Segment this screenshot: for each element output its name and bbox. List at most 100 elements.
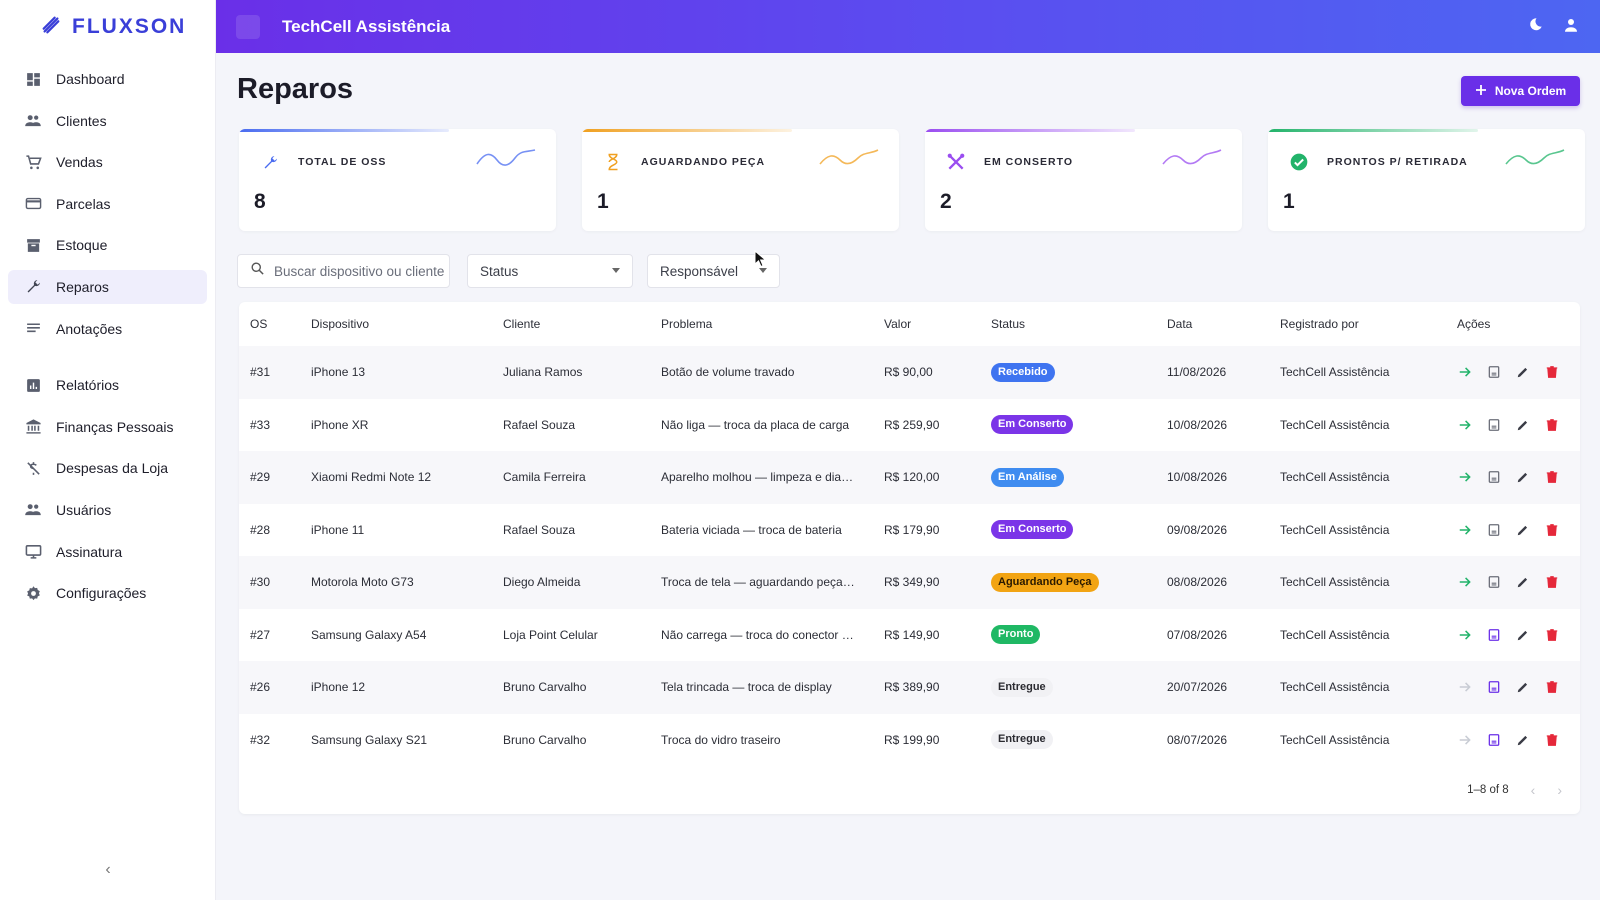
table-header: OS Dispositivo Cliente Problema Valor Status D… xyxy=(239,302,1580,346)
delete-icon[interactable] xyxy=(1544,679,1560,695)
card-accent-bar xyxy=(1268,129,1478,132)
delete-icon[interactable] xyxy=(1544,574,1560,590)
card-label: EM CONSERTO xyxy=(984,156,1073,168)
receipt-icon[interactable] xyxy=(1486,627,1502,643)
arrow-right-icon[interactable] xyxy=(1457,522,1473,538)
row-actions xyxy=(1457,627,1560,643)
column-header[interactable]: Cliente xyxy=(503,317,540,331)
sidebar-item-dashboard[interactable]: Dashboard xyxy=(8,62,207,96)
sidebar-item-reparos[interactable]: Reparos xyxy=(8,269,207,304)
sidebar-item-usuários[interactable]: Usuários xyxy=(8,493,207,527)
sidebar-item-estoque[interactable]: Estoque xyxy=(8,228,207,262)
column-header[interactable]: Status xyxy=(991,317,1025,331)
arrow-right-icon[interactable] xyxy=(1457,574,1473,590)
client-name: Bruno Carvalho xyxy=(503,732,587,747)
sparkline xyxy=(1162,149,1222,165)
value-text: R$ 149,90 xyxy=(884,627,940,642)
edit-icon[interactable] xyxy=(1515,469,1531,485)
edit-icon[interactable] xyxy=(1515,417,1531,433)
device-name: iPhone 12 xyxy=(311,680,366,695)
sidebar-item-relatórios[interactable]: Relatórios xyxy=(8,368,207,402)
column-header[interactable]: Problema xyxy=(661,317,856,331)
wrench-icon xyxy=(259,151,281,173)
table-row[interactable]: #30 Motorola Moto G73 Diego Almeida Troc… xyxy=(239,556,1580,609)
delete-icon[interactable] xyxy=(1544,469,1560,485)
edit-icon[interactable] xyxy=(1515,732,1531,748)
column-header[interactable]: Registrado por xyxy=(1280,317,1359,331)
sidebar-item-assinatura[interactable]: Assinatura xyxy=(8,535,207,569)
new-order-button[interactable]: Nova Ordem xyxy=(1461,76,1580,106)
receipt-icon[interactable] xyxy=(1486,417,1502,433)
table-row[interactable]: #27 Samsung Galaxy A54 Loja Point Celula… xyxy=(239,609,1580,662)
arrow-right-icon[interactable] xyxy=(1457,627,1473,643)
status-badge: Entregue xyxy=(991,730,1053,750)
receipt-icon[interactable] xyxy=(1486,469,1502,485)
chevron-left-icon[interactable]: ‹ xyxy=(1531,782,1536,798)
column-header[interactable]: Dispositivo xyxy=(311,317,369,331)
problem-text: Não carrega — troca do conector de carga xyxy=(661,627,856,642)
receipt-icon[interactable] xyxy=(1486,679,1502,695)
table-row[interactable]: #29 Xiaomi Redmi Note 12 Camila Ferreira… xyxy=(239,451,1580,504)
check-circle-icon xyxy=(1288,151,1310,173)
edit-icon[interactable] xyxy=(1515,522,1531,538)
client-name: Bruno Carvalho xyxy=(503,680,587,695)
page-title: Reparos xyxy=(237,73,354,105)
os-number: #30 xyxy=(250,575,271,590)
sidebar-item-configurações[interactable]: Configurações xyxy=(8,576,207,610)
table-row[interactable]: #26 iPhone 12 Bruno Carvalho Tela trinca… xyxy=(239,661,1580,714)
delete-icon[interactable] xyxy=(1544,417,1560,433)
receipt-icon[interactable] xyxy=(1486,732,1502,748)
sidebar-item-clientes[interactable]: Clientes xyxy=(8,104,207,138)
delete-icon[interactable] xyxy=(1544,732,1560,748)
arrow-right-icon[interactable] xyxy=(1457,364,1473,380)
os-number: #28 xyxy=(250,522,271,537)
arrow-right-icon[interactable] xyxy=(1457,732,1473,748)
card-value: 1 xyxy=(597,190,609,213)
device-name: Motorola Moto G73 xyxy=(311,575,414,590)
chevron-right-icon[interactable]: › xyxy=(1557,782,1562,798)
column-header[interactable]: OS xyxy=(250,317,267,331)
edit-icon[interactable] xyxy=(1515,574,1531,590)
sidebar-item-label: Configurações xyxy=(56,585,147,602)
receipt-icon[interactable] xyxy=(1486,364,1502,380)
search-input[interactable] xyxy=(274,263,444,279)
gear-icon xyxy=(24,584,42,602)
sidebar-item-despesas-da-loja[interactable]: Despesas da Loja xyxy=(8,451,207,485)
column-header[interactable]: Data xyxy=(1167,317,1192,331)
sparkline xyxy=(819,149,879,165)
problem-text: Troca de tela — aguardando peça chegar xyxy=(661,575,856,590)
sidebar-item-parcelas[interactable]: Parcelas xyxy=(8,187,207,221)
edit-icon[interactable] xyxy=(1515,627,1531,643)
search-icon xyxy=(250,261,265,281)
people-icon xyxy=(24,112,42,130)
user-icon[interactable] xyxy=(1560,14,1582,36)
delete-icon[interactable] xyxy=(1544,364,1560,380)
sidebar-item-vendas[interactable]: Vendas xyxy=(8,145,207,179)
column-header[interactable]: Valor xyxy=(884,317,911,331)
column-header[interactable]: Ações xyxy=(1457,317,1490,331)
table-row[interactable]: #32 Samsung Galaxy S21 Bruno Carvalho Tr… xyxy=(239,714,1580,767)
status-select[interactable]: Status xyxy=(467,254,633,288)
sidebar-item-anotações[interactable]: Anotações xyxy=(8,312,207,346)
row-actions xyxy=(1457,469,1560,485)
delete-icon[interactable] xyxy=(1544,627,1560,643)
arrow-right-icon[interactable] xyxy=(1457,417,1473,433)
edit-icon[interactable] xyxy=(1515,679,1531,695)
chart-icon xyxy=(24,376,42,394)
table-row[interactable]: #28 iPhone 11 Rafael Souza Bateria vicia… xyxy=(239,504,1580,557)
table-row[interactable]: #33 iPhone XR Rafael Souza Não liga — tr… xyxy=(239,399,1580,452)
arrow-right-icon[interactable] xyxy=(1457,679,1473,695)
arrow-right-icon[interactable] xyxy=(1457,469,1473,485)
brand[interactable]: FLUXSON xyxy=(0,0,215,54)
search-box[interactable] xyxy=(237,254,450,288)
receipt-icon[interactable] xyxy=(1486,522,1502,538)
row-actions xyxy=(1457,417,1560,433)
repairs-table: OS Dispositivo Cliente Problema Valor Status D… xyxy=(239,302,1580,814)
collapse-sidebar-button[interactable]: ‹ xyxy=(98,860,118,880)
delete-icon[interactable] xyxy=(1544,522,1560,538)
moon-icon[interactable] xyxy=(1524,14,1546,36)
receipt-icon[interactable] xyxy=(1486,574,1502,590)
sidebar-item-finanças-pessoais[interactable]: Finanças Pessoais xyxy=(8,410,207,444)
edit-icon[interactable] xyxy=(1515,364,1531,380)
table-row[interactable]: #31 iPhone 13 Juliana Ramos Botão de vol… xyxy=(239,346,1580,399)
